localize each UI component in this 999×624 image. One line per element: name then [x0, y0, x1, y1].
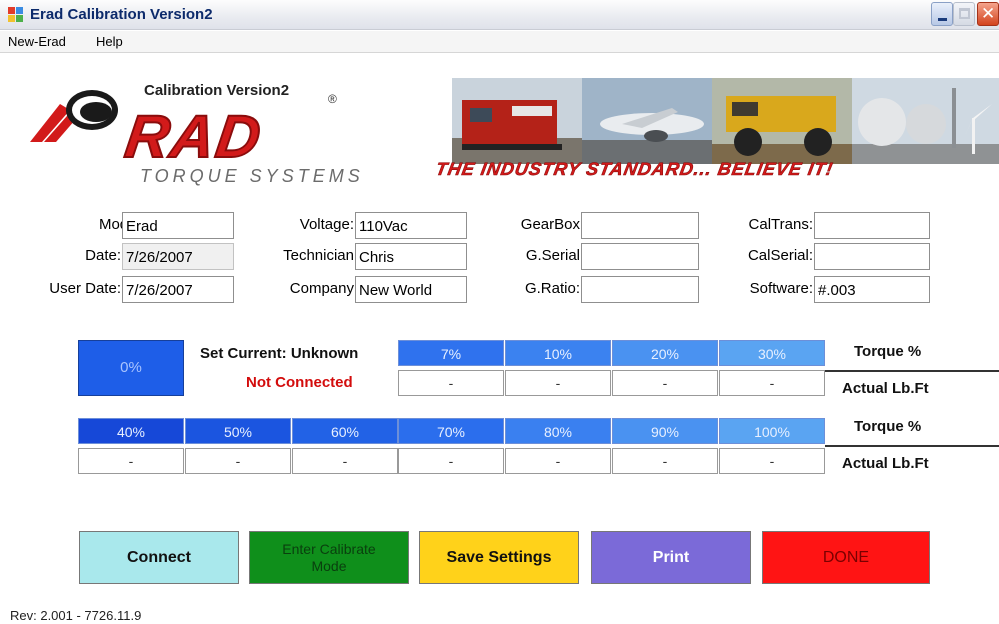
close-icon: ✕: [981, 4, 996, 24]
enter-calibrate-mode-button[interactable]: Enter Calibrate Mode: [249, 531, 409, 584]
actual-50-value: -: [185, 448, 291, 474]
actual-30-value: -: [719, 370, 825, 396]
print-button[interactable]: Print: [591, 531, 751, 584]
company-field[interactable]: New World: [355, 276, 467, 303]
torque-80-button[interactable]: 80%: [505, 418, 611, 444]
divider: [825, 370, 999, 372]
connect-button[interactable]: Connect: [79, 531, 239, 584]
technician-label: Technician: [283, 247, 354, 264]
actual-lbft-label: Actual Lb.Ft: [842, 380, 929, 397]
actual-40-value: -: [78, 448, 184, 474]
zero-percent-button[interactable]: 0%: [78, 340, 184, 396]
torque-60-button[interactable]: 60%: [292, 418, 398, 444]
torque-20-button[interactable]: 20%: [612, 340, 718, 366]
connection-status: Not Connected: [246, 374, 353, 391]
torque-percent-label: Torque %: [854, 343, 922, 360]
model-field[interactable]: Erad: [122, 212, 234, 239]
gearbox-field[interactable]: [581, 212, 699, 239]
actual-20-value: -: [612, 370, 718, 396]
actual-10-value: -: [505, 370, 611, 396]
software-label: Software:: [749, 280, 813, 297]
menu-help[interactable]: Help: [96, 34, 123, 49]
minimize-icon: [938, 18, 947, 21]
torque-10-button[interactable]: 10%: [505, 340, 611, 366]
torque-50-button[interactable]: 50%: [185, 418, 291, 444]
actual-lbft-label-2: Actual Lb.Ft: [842, 455, 929, 472]
actual-60-value: -: [292, 448, 398, 474]
revision-text: Rev: 2.001 - 7726.11.9: [10, 608, 142, 623]
banner-slogan: THE INDUSTRY STANDARD... BELIEVE IT!: [434, 159, 835, 180]
set-current-status: Set Current: Unknown: [200, 345, 359, 362]
g-ratio-field[interactable]: [581, 276, 699, 303]
train-photo: [452, 78, 582, 164]
close-button[interactable]: ✕: [977, 2, 999, 26]
actual-100-value: -: [719, 448, 825, 474]
g-ratio-label: G.Ratio:: [524, 280, 580, 297]
refinery-wind-photo: [852, 78, 999, 164]
mining-truck-photo: [712, 78, 852, 164]
user-date-field[interactable]: 7/26/2007: [122, 276, 234, 303]
torque-90-button[interactable]: 90%: [612, 418, 718, 444]
divider-2: [825, 445, 999, 447]
date-field: 7/26/2007: [122, 243, 234, 270]
actual-70-value: -: [398, 448, 504, 474]
voltage-field[interactable]: 110Vac: [355, 212, 467, 239]
rad-logo-text: RAD: [120, 102, 267, 171]
brand-banner: Calibration Version2 ® RAD TORQUE SYSTEM…: [8, 62, 999, 198]
rad-logo-icon: [30, 90, 118, 142]
menu-new-erad[interactable]: New-Erad: [8, 34, 66, 49]
caltrans-field[interactable]: [814, 212, 930, 239]
torque-40-button[interactable]: 40%: [78, 418, 184, 444]
menu-bar: New-Erad Help: [0, 31, 999, 53]
airplane-photo: [582, 78, 712, 164]
gearbox-label: GearBox: [520, 216, 580, 233]
app-icon[interactable]: [8, 7, 24, 23]
voltage-label: Voltage:: [299, 216, 354, 233]
window-title: Erad Calibration Version2: [30, 6, 213, 23]
software-field[interactable]: #.003: [814, 276, 930, 303]
calserial-label: CalSerial:: [747, 247, 813, 264]
torque-100-button[interactable]: 100%: [719, 418, 825, 444]
technician-field[interactable]: Chris: [355, 243, 467, 270]
caltrans-label: CalTrans:: [748, 216, 813, 233]
registered-mark: ®: [328, 92, 337, 106]
actual-80-value: -: [505, 448, 611, 474]
save-settings-button[interactable]: Save Settings: [419, 531, 579, 584]
date-label: Date:: [85, 247, 121, 264]
g-serial-field[interactable]: [581, 243, 699, 270]
calserial-field[interactable]: [814, 243, 930, 270]
company-label: Company: [289, 280, 354, 297]
industry-photo-strip: [452, 78, 999, 164]
g-serial-label: G.Serial: [525, 247, 580, 264]
title-bar: Erad Calibration Version2 ✕: [0, 0, 999, 30]
torque-systems-text: TORQUE SYSTEMS: [140, 166, 364, 186]
actual-7-value: -: [398, 370, 504, 396]
maximize-icon: [959, 8, 970, 19]
torque-30-button[interactable]: 30%: [719, 340, 825, 366]
torque-70-button[interactable]: 70%: [398, 418, 504, 444]
maximize-button[interactable]: [953, 2, 975, 26]
done-button[interactable]: DONE: [762, 531, 930, 584]
user-date-label: User Date:: [49, 280, 121, 297]
actual-90-value: -: [612, 448, 718, 474]
banner-subtitle: Calibration Version2: [144, 82, 290, 99]
torque-7-button[interactable]: 7%: [398, 340, 504, 366]
torque-percent-label-2: Torque %: [854, 418, 922, 435]
minimize-button[interactable]: [931, 2, 953, 26]
